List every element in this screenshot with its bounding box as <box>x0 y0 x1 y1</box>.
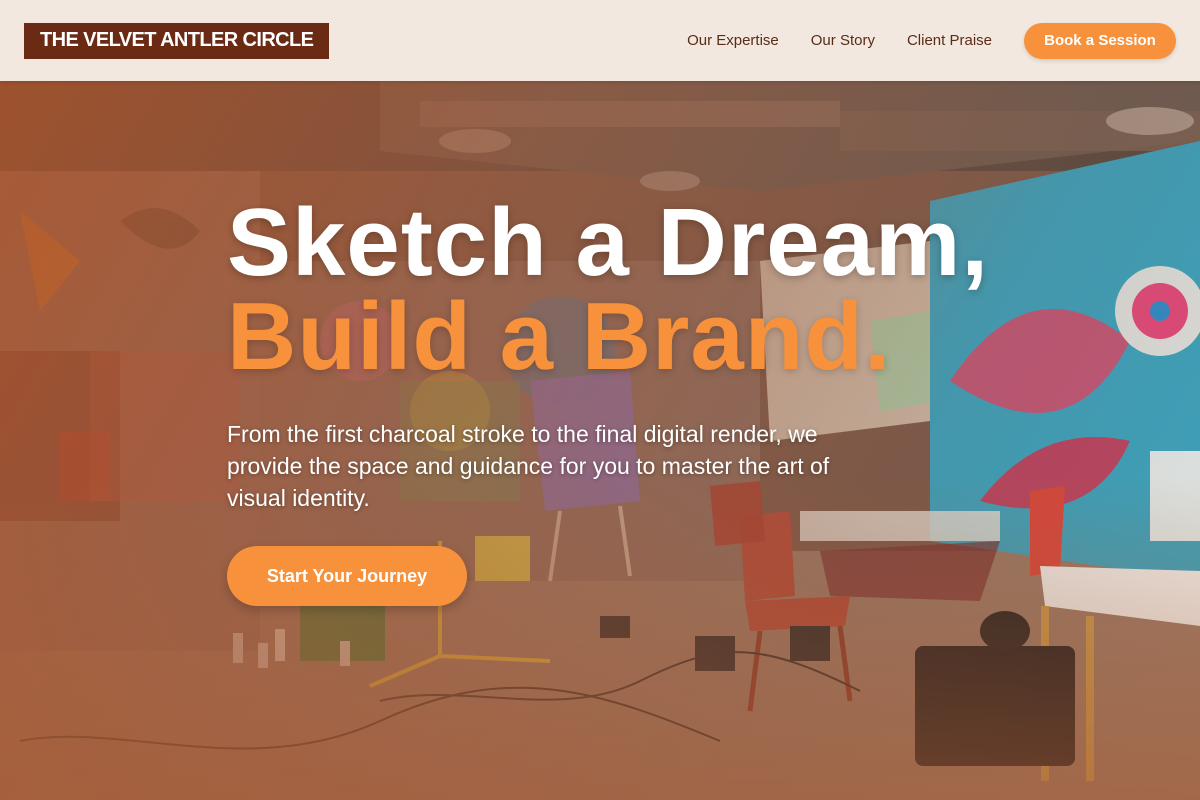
site-header: THE VELVET ANTLER CIRCLE Our Expertise O… <box>0 0 1200 81</box>
nav-link-client-praise[interactable]: Client Praise <box>907 32 992 49</box>
hero-subtext: From the first charcoal stroke to the fi… <box>227 421 830 511</box>
hero-content: Sketch a Dream, Build a Brand. From the … <box>227 189 1027 606</box>
hero-headline: Sketch a Dream, Build a Brand. <box>227 189 1027 390</box>
site-logo[interactable]: THE VELVET ANTLER CIRCLE <box>24 22 330 59</box>
book-session-button[interactable]: Book a Session <box>1024 22 1176 59</box>
start-journey-button[interactable]: Start Your Journey <box>227 546 467 606</box>
hero-headline-line1: Sketch a Dream, <box>227 189 990 296</box>
nav-link-our-story[interactable]: Our Story <box>811 32 875 49</box>
hero-headline-line2: Build a Brand. <box>227 283 892 390</box>
nav-link-our-expertise[interactable]: Our Expertise <box>687 32 779 49</box>
main-nav: Our Expertise Our Story Client Praise Bo… <box>687 22 1176 59</box>
